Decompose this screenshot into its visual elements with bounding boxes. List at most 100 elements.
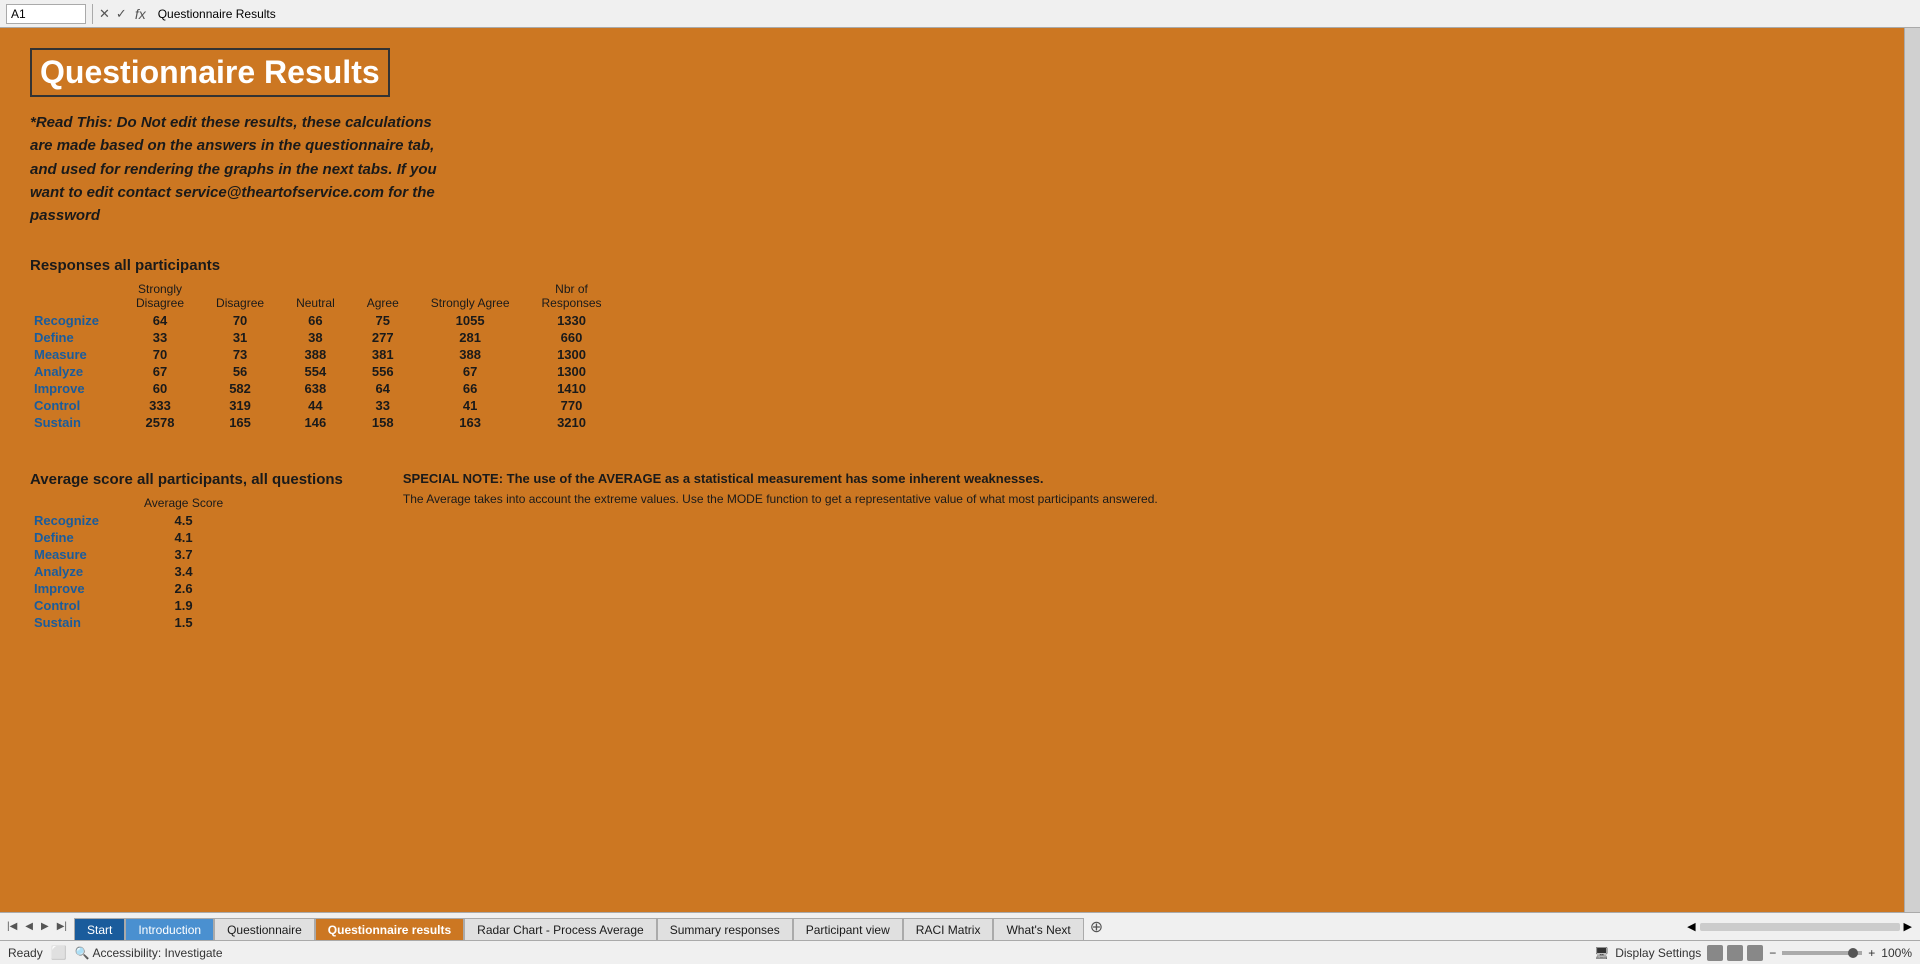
table-cell: 67 <box>415 363 526 380</box>
table-cell: 146 <box>280 414 351 431</box>
zoom-in-button[interactable]: + <box>1868 946 1875 960</box>
cell-reference[interactable]: A1 <box>6 4 86 24</box>
table-cell: 3210 <box>526 414 618 431</box>
sheet-tab[interactable]: Summary responses <box>657 918 793 940</box>
table-cell: 64 <box>351 380 415 397</box>
special-note-title: SPECIAL NOTE: The use of the AVERAGE as … <box>403 471 1158 486</box>
sheet-nav: |◀ ◀ ▶ ▶| <box>0 921 74 932</box>
table-cell: 388 <box>280 346 351 363</box>
col-disagree: Disagree <box>200 280 280 312</box>
sheet-tab[interactable]: Radar Chart - Process Average <box>464 918 657 940</box>
table-cell: 31 <box>200 329 280 346</box>
table-cell: 66 <box>415 380 526 397</box>
horizontal-scroll-left[interactable]: ◀ <box>1687 920 1695 933</box>
average-table-container: Average score all participants, all ques… <box>30 471 343 631</box>
row-label: Sustain <box>30 414 120 431</box>
table-cell: 554 <box>280 363 351 380</box>
table-cell: 38 <box>280 329 351 346</box>
avg-value: 1.5 <box>120 614 247 631</box>
row-label: Recognize <box>30 512 120 529</box>
avg-value: 3.4 <box>120 563 247 580</box>
sheet-tab[interactable]: RACI Matrix <box>903 918 994 940</box>
table-cell: 319 <box>200 397 280 414</box>
sheet-tab[interactable]: Start <box>74 918 125 940</box>
sheet-tabs: StartIntroductionQuestionnaireQuestionna… <box>74 913 1084 940</box>
avg-col-label <box>30 494 120 512</box>
table-cell: 1300 <box>526 363 618 380</box>
row-label: Improve <box>30 380 120 397</box>
avg-value: 4.1 <box>120 529 247 546</box>
row-label: Sustain <box>30 614 120 631</box>
sheet-tab[interactable]: What's Next <box>993 918 1083 940</box>
zoom-level: 100% <box>1881 946 1912 960</box>
row-label: Recognize <box>30 312 120 329</box>
sheet-tab[interactable]: Participant view <box>793 918 903 940</box>
sheet-tab[interactable]: Questionnaire <box>214 918 315 940</box>
table-cell: 56 <box>200 363 280 380</box>
avg-value: 4.5 <box>120 512 247 529</box>
add-sheet-button[interactable]: ⊕ <box>1084 917 1109 937</box>
avg-header-row: Average Score <box>30 494 247 512</box>
page-layout-icon[interactable] <box>1727 945 1743 961</box>
average-table: Average Score Recognize4.5Define4.1Measu… <box>30 494 247 631</box>
status-bar: Ready ⬜ 🔍 Accessibility: Investigate 🖥 D… <box>0 940 1920 964</box>
formula-icons: ✕ ✓ <box>99 6 127 22</box>
zoom-out-button[interactable]: − <box>1769 946 1776 960</box>
table-cell: 582 <box>200 380 280 397</box>
table-row: Measure3.7 <box>30 546 247 563</box>
confirm-icon[interactable]: ✓ <box>116 6 127 22</box>
status-left: Ready ⬜ 🔍 Accessibility: Investigate <box>8 945 223 961</box>
page-title: Questionnaire Results <box>40 54 380 90</box>
row-label: Define <box>30 529 120 546</box>
table-row: Control333319443341770 <box>30 397 618 414</box>
table-cell: 2578 <box>120 414 200 431</box>
table-cell: 1410 <box>526 380 618 397</box>
normal-view-icon[interactable] <box>1707 945 1723 961</box>
special-note: SPECIAL NOTE: The use of the AVERAGE as … <box>403 471 1158 508</box>
fx-label: fx <box>135 6 146 22</box>
warning-text: *Read This: Do Not edit these results, t… <box>30 111 450 227</box>
row-label: Analyze <box>30 563 120 580</box>
nav-next[interactable]: ▶ <box>38 921 52 932</box>
table-cell: 556 <box>351 363 415 380</box>
table-row: Recognize4.5 <box>30 512 247 529</box>
table-row: Define4.1 <box>30 529 247 546</box>
table-cell: 73 <box>200 346 280 363</box>
vertical-scrollbar[interactable] <box>1904 28 1920 912</box>
table-row: Define333138277281660 <box>30 329 618 346</box>
nav-first[interactable]: |◀ <box>4 921 20 932</box>
table-row: Analyze3.4 <box>30 563 247 580</box>
row-label: Define <box>30 329 120 346</box>
table-row: Analyze6756554556671300 <box>30 363 618 380</box>
display-settings: Display Settings <box>1615 946 1701 960</box>
avg-value: 3.7 <box>120 546 247 563</box>
row-label: Improve <box>30 580 120 597</box>
table-row: Sustain1.5 <box>30 614 247 631</box>
table-cell: 638 <box>280 380 351 397</box>
table-cell: 1330 <box>526 312 618 329</box>
display-icon: 🖥 <box>1594 946 1609 960</box>
nav-prev[interactable]: ◀ <box>22 921 36 932</box>
table-cell: 163 <box>415 414 526 431</box>
col-strongly-disagree: StronglyDisagree <box>120 280 200 312</box>
cancel-icon[interactable]: ✕ <box>99 6 110 22</box>
formula-content[interactable]: Questionnaire Results <box>154 7 1914 21</box>
horizontal-scroll-right[interactable]: ▶ <box>1904 920 1912 933</box>
view-mode-icons <box>1707 945 1763 961</box>
table-row: Improve6058263864661410 <box>30 380 618 397</box>
sheet-tab[interactable]: Questionnaire results <box>315 918 464 940</box>
horizontal-scrollbar[interactable] <box>1700 923 1900 931</box>
sheet-tab[interactable]: Introduction <box>125 918 214 940</box>
zoom-slider[interactable] <box>1782 951 1862 955</box>
special-note-body: The Average takes into account the extre… <box>403 490 1158 508</box>
average-section: Average score all participants, all ques… <box>30 471 1874 631</box>
col-label <box>30 280 120 312</box>
table-cell: 41 <box>415 397 526 414</box>
responses-table: StronglyDisagree Disagree Neutral Agree … <box>30 280 618 431</box>
table-row: Recognize6470667510551330 <box>30 312 618 329</box>
col-neutral: Neutral <box>280 280 351 312</box>
table-row: Control1.9 <box>30 597 247 614</box>
page-break-icon[interactable] <box>1747 945 1763 961</box>
table-cell: 33 <box>351 397 415 414</box>
nav-last[interactable]: ▶| <box>54 921 70 932</box>
